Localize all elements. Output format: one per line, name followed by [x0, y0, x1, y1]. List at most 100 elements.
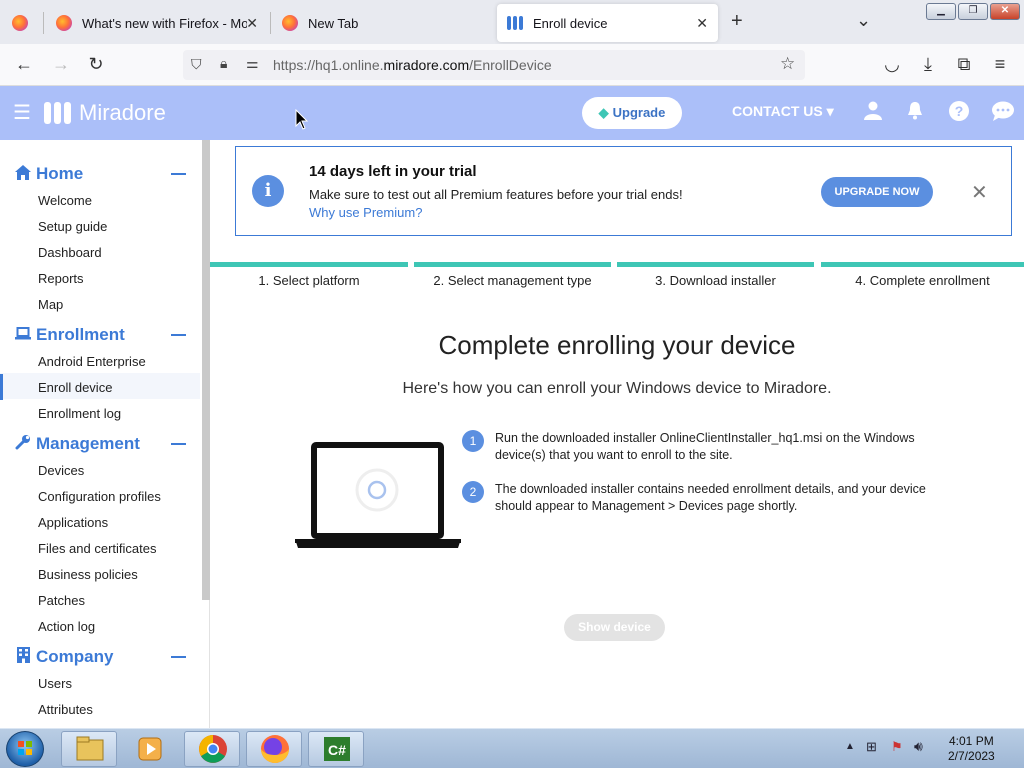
collapse-enrollment-icon[interactable]	[171, 334, 186, 336]
close-window-button[interactable]: ✕	[990, 3, 1020, 20]
home-icon	[14, 164, 32, 184]
trial-title: 14 days left in your trial	[309, 163, 477, 180]
chrome-icon[interactable]	[184, 731, 240, 767]
sidebar-item-applications[interactable]: Applications	[38, 515, 108, 530]
url-text[interactable]: https://hq1.online.miradore.com/EnrollDe…	[273, 57, 552, 73]
step-number-badge: 2	[462, 481, 484, 503]
step-select-platform[interactable]: 1. Select platform	[210, 273, 408, 288]
step-select-management-type[interactable]: 2. Select management type	[414, 273, 611, 288]
close-banner-icon[interactable]: ✕	[971, 180, 988, 205]
help-icon[interactable]: ?	[947, 100, 971, 124]
collapse-management-icon[interactable]	[171, 443, 186, 445]
step-progress-bar	[617, 262, 814, 267]
sidebar-item-setup-guide[interactable]: Setup guide	[38, 219, 107, 234]
logo-bars-icon	[44, 102, 71, 124]
windows-taskbar: C# ▲ ⊞ ⚑ 🔊︎ 4:01 PM 2/7/2023	[0, 728, 1024, 768]
sidebar-item-welcome[interactable]: Welcome	[38, 193, 92, 208]
svg-text:?: ?	[955, 103, 964, 119]
maximize-window-button[interactable]: ❐	[958, 3, 988, 20]
bookmark-star-icon[interactable]: ☆	[780, 54, 795, 74]
miradore-logo[interactable]: Miradore	[44, 100, 166, 126]
explorer-icon[interactable]	[61, 731, 117, 767]
network-icon[interactable]: ⊞	[866, 739, 877, 755]
permissions-icon[interactable]: ⚌	[246, 55, 259, 72]
minimize-window-button[interactable]: ▁	[926, 3, 956, 20]
contact-us-menu[interactable]: CONTACT US ▾	[732, 103, 834, 120]
browser-nav-bar: ← → ↻ ⛉ 🔒︎ ⚌ https://hq1.online.miradore…	[0, 44, 1024, 86]
downloads-icon[interactable]: ⤓	[917, 54, 939, 74]
sidebar: Home Welcome Setup guide Dashboard Repor…	[0, 140, 210, 728]
menu-hamburger-icon[interactable]: ≡	[989, 54, 1011, 74]
forward-arrow-icon[interactable]: →	[50, 54, 72, 74]
svg-text:C#: C#	[328, 742, 346, 758]
start-button[interactable]	[6, 731, 44, 767]
sidebar-item-files-and-certificates[interactable]: Files and certificates	[38, 541, 157, 556]
step-progress-bar	[821, 262, 1024, 267]
show-hidden-icons-icon[interactable]: ▲	[845, 741, 855, 752]
tab-title: New Tab	[308, 15, 359, 31]
sidebar-section-company[interactable]: Company	[14, 647, 113, 667]
app-header: ☰ Miradore ◆ Upgrade CONTACT US ▾ ?	[0, 86, 1024, 140]
back-arrow-icon[interactable]: ←	[13, 54, 35, 74]
tab-enroll-device[interactable]: Enroll device ✕	[497, 4, 718, 42]
why-premium-link[interactable]: Why use Premium?	[309, 205, 422, 220]
sidebar-item-dashboard[interactable]: Dashboard	[38, 245, 102, 260]
sidebar-item-attributes[interactable]: Attributes	[38, 702, 93, 717]
address-bar[interactable]: ⛉ 🔒︎ ⚌ https://hq1.online.miradore.com/E…	[183, 50, 805, 80]
sidebar-scrollbar[interactable]	[202, 140, 210, 600]
system-clock[interactable]: 4:01 PM 2/7/2023	[948, 734, 995, 764]
collapse-company-icon[interactable]	[171, 656, 186, 658]
sidebar-item-configuration-profiles[interactable]: Configuration profiles	[38, 489, 161, 504]
csharp-icon[interactable]: C#	[308, 731, 364, 767]
bell-icon[interactable]	[903, 100, 927, 124]
action-center-icon[interactable]: ⚑	[891, 739, 903, 755]
firefox-icon[interactable]	[246, 731, 302, 767]
sidebar-item-devices[interactable]: Devices	[38, 463, 84, 478]
step-complete-enrollment[interactable]: 4. Complete enrollment	[821, 273, 1024, 288]
logo-text: Miradore	[79, 100, 166, 125]
shield-icon[interactable]: ⛉	[191, 56, 202, 73]
step-progress-bar	[210, 262, 408, 267]
tab-whats-new[interactable]: What's new with Firefox - More ✕	[46, 4, 268, 42]
sidebar-section-enrollment[interactable]: Enrollment	[14, 325, 125, 345]
reload-icon[interactable]: ↻	[85, 54, 107, 74]
new-tab-button[interactable]: +	[731, 10, 743, 33]
mouse-cursor-icon	[295, 108, 309, 134]
sidebar-item-business-policies[interactable]: Business policies	[38, 567, 138, 582]
close-tab-icon[interactable]: ✕	[246, 15, 258, 32]
building-icon	[14, 647, 32, 667]
diamond-icon: ◆	[598, 105, 609, 120]
sidebar-item-patches[interactable]: Patches	[38, 593, 85, 608]
sidebar-item-enrollment-log[interactable]: Enrollment log	[38, 406, 121, 421]
chat-icon[interactable]	[991, 100, 1015, 124]
step-download-installer[interactable]: 3. Download installer	[617, 273, 814, 288]
lock-icon[interactable]: 🔒︎	[220, 55, 227, 72]
upgrade-button[interactable]: ◆ Upgrade	[582, 97, 682, 129]
tab-list-chevron-icon[interactable]: ⌄	[856, 10, 871, 31]
step-number-badge: 1	[462, 430, 484, 452]
sidebar-item-reports[interactable]: Reports	[38, 271, 84, 286]
hamburger-menu-icon[interactable]: ☰	[13, 100, 31, 125]
sidebar-item-android-enterprise[interactable]: Android Enterprise	[38, 354, 146, 369]
sidebar-item-users[interactable]: Users	[38, 676, 72, 691]
sidebar-section-home[interactable]: Home	[14, 164, 83, 184]
tab-new-tab[interactable]: New Tab	[272, 4, 494, 42]
step-progress-bar	[414, 262, 611, 267]
sidebar-item-map[interactable]: Map	[38, 297, 63, 312]
collapse-home-icon[interactable]	[171, 173, 186, 175]
pinned-tab[interactable]	[2, 4, 42, 42]
upgrade-now-button[interactable]: UPGRADE NOW	[821, 177, 933, 207]
extensions-icon[interactable]: ⧉	[953, 54, 975, 74]
sidebar-section-management[interactable]: Management	[14, 434, 140, 454]
user-icon[interactable]	[861, 100, 885, 124]
show-device-button[interactable]: Show device	[564, 614, 665, 641]
volume-icon[interactable]: 🔊︎	[914, 738, 923, 755]
instruction-text: The downloaded installer contains needed…	[495, 482, 926, 513]
page-title: Complete enrolling your device	[438, 330, 796, 360]
sidebar-item-enroll-device[interactable]: Enroll device	[0, 374, 112, 400]
media-player-icon[interactable]	[122, 731, 178, 767]
info-icon: i	[252, 175, 284, 207]
sidebar-item-action-log[interactable]: Action log	[38, 619, 95, 634]
close-tab-icon[interactable]: ✕	[696, 15, 708, 32]
pocket-icon[interactable]: ◡	[881, 54, 903, 74]
